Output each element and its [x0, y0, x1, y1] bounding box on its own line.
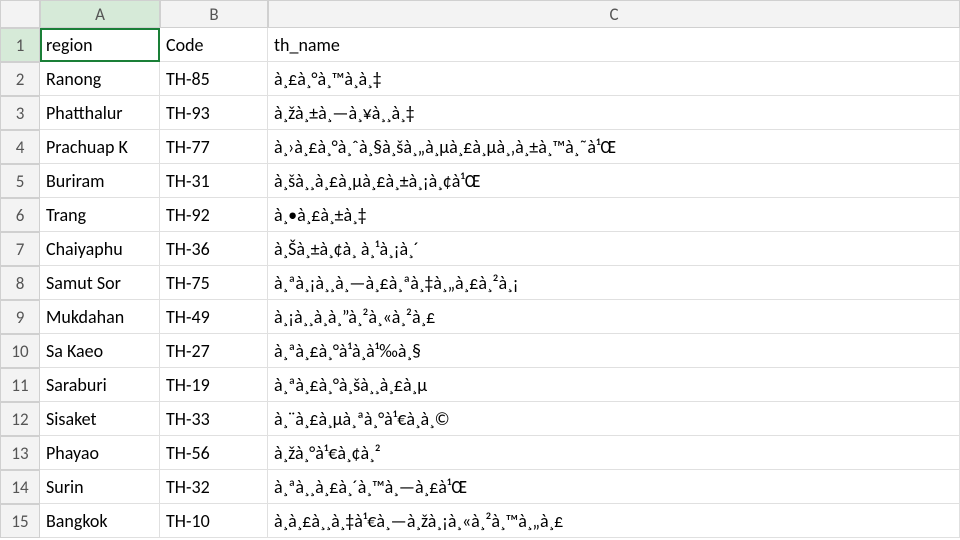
cell[interactable]: th_name	[268, 28, 960, 62]
cell[interactable]: à¸à¸£à¸¸à¸‡à¹€à¸—à¸žà¸¡à¸«à¸²à¸™à¸„à¸£	[268, 504, 960, 538]
cell[interactable]: à¸Šà¸±à¸¢à¸ à¸¹à¸¡à¸´	[268, 232, 960, 266]
row-header[interactable]: 14	[0, 470, 40, 504]
cell[interactable]: TH-75	[160, 266, 268, 300]
cell[interactable]: TH-49	[160, 300, 268, 334]
select-all-corner[interactable]	[0, 0, 40, 28]
cell[interactable]: region	[40, 28, 160, 62]
cell[interactable]: TH-10	[160, 504, 268, 538]
row-header[interactable]: 5	[0, 164, 40, 198]
row-header[interactable]: 12	[0, 402, 40, 436]
cell[interactable]: Phatthalur	[40, 96, 160, 130]
cell[interactable]: à¸šà¸¸à¸£à¸µà¸£à¸±à¸¡à¸¢à¹Œ	[268, 164, 960, 198]
cell[interactable]: à¸•à¸£à¸±à¸‡	[268, 198, 960, 232]
cell[interactable]: TH-31	[160, 164, 268, 198]
cell[interactable]: Code	[160, 28, 268, 62]
cell[interactable]: TH-19	[160, 368, 268, 402]
row-header[interactable]: 2	[0, 62, 40, 96]
cell[interactable]: Buriram	[40, 164, 160, 198]
cell[interactable]: TH-33	[160, 402, 268, 436]
cell[interactable]: TH-93	[160, 96, 268, 130]
cell[interactable]: à¸ªà¸¡à¸¸à¸—à¸£à¸ªà¸‡à¸„à¸£à¸²à¸¡	[268, 266, 960, 300]
cell[interactable]: à¸›à¸£à¸°à¸ˆà¸§à¸šà¸„à¸µà¸£à¸µà¸‚à¸±à¸™à…	[268, 130, 960, 164]
row-header[interactable]: 15	[0, 504, 40, 538]
cell[interactable]: TH-92	[160, 198, 268, 232]
row-header[interactable]: 1	[0, 28, 40, 62]
row-header[interactable]: 11	[0, 368, 40, 402]
row-header[interactable]: 4	[0, 130, 40, 164]
cell[interactable]: Surin	[40, 470, 160, 504]
cell[interactable]: Saraburi	[40, 368, 160, 402]
cell[interactable]: à¸¡à¸¸à¸à¸”à¸²à¸«à¸²à¸£	[268, 300, 960, 334]
cell[interactable]: à¸žà¸°à¹€à¸¢à¸²	[268, 436, 960, 470]
col-header-B[interactable]: B	[160, 0, 268, 28]
cell[interactable]: à¸¨à¸£à¸µà¸ªà¸°à¹€à¸à¸©	[268, 402, 960, 436]
row-header[interactable]: 6	[0, 198, 40, 232]
cell[interactable]: TH-27	[160, 334, 268, 368]
row-header[interactable]: 13	[0, 436, 40, 470]
row-header[interactable]: 8	[0, 266, 40, 300]
cell[interactable]: à¸ªà¸¸à¸£à¸´à¸™à¸—à¸£à¹Œ	[268, 470, 960, 504]
cell[interactable]: Sa Kaeo	[40, 334, 160, 368]
cell[interactable]: TH-56	[160, 436, 268, 470]
row-header[interactable]: 10	[0, 334, 40, 368]
cell[interactable]: à¸žà¸±à¸—à¸¥à¸¸à¸‡	[268, 96, 960, 130]
cell[interactable]: TH-32	[160, 470, 268, 504]
cell[interactable]: Sisaket	[40, 402, 160, 436]
cell[interactable]: TH-77	[160, 130, 268, 164]
cell[interactable]: Samut Sor	[40, 266, 160, 300]
row-header[interactable]: 7	[0, 232, 40, 266]
row-header[interactable]: 3	[0, 96, 40, 130]
cell[interactable]: Ranong	[40, 62, 160, 96]
cell[interactable]: Trang	[40, 198, 160, 232]
spreadsheet-grid[interactable]: A B C 1 region Code th_name 2 Ranong TH-…	[0, 0, 960, 538]
cell[interactable]: à¸£à¸°à¸™à¸­à¸‡	[268, 62, 960, 96]
cell[interactable]: Prachuap K	[40, 130, 160, 164]
cell[interactable]: TH-85	[160, 62, 268, 96]
cell[interactable]: à¸ªà¸£à¸°à¸šà¸¸à¸£à¸µ	[268, 368, 960, 402]
cell[interactable]: Phayao	[40, 436, 160, 470]
cell[interactable]: Bangkok	[40, 504, 160, 538]
cell[interactable]: Mukdahan	[40, 300, 160, 334]
row-header[interactable]: 9	[0, 300, 40, 334]
cell[interactable]: à¸ªà¸£à¸°à¹à¸à¹‰à¸§	[268, 334, 960, 368]
col-header-A[interactable]: A	[40, 0, 160, 28]
col-header-C[interactable]: C	[268, 0, 960, 28]
cell[interactable]: TH-36	[160, 232, 268, 266]
cell[interactable]: Chaiyaphu	[40, 232, 160, 266]
